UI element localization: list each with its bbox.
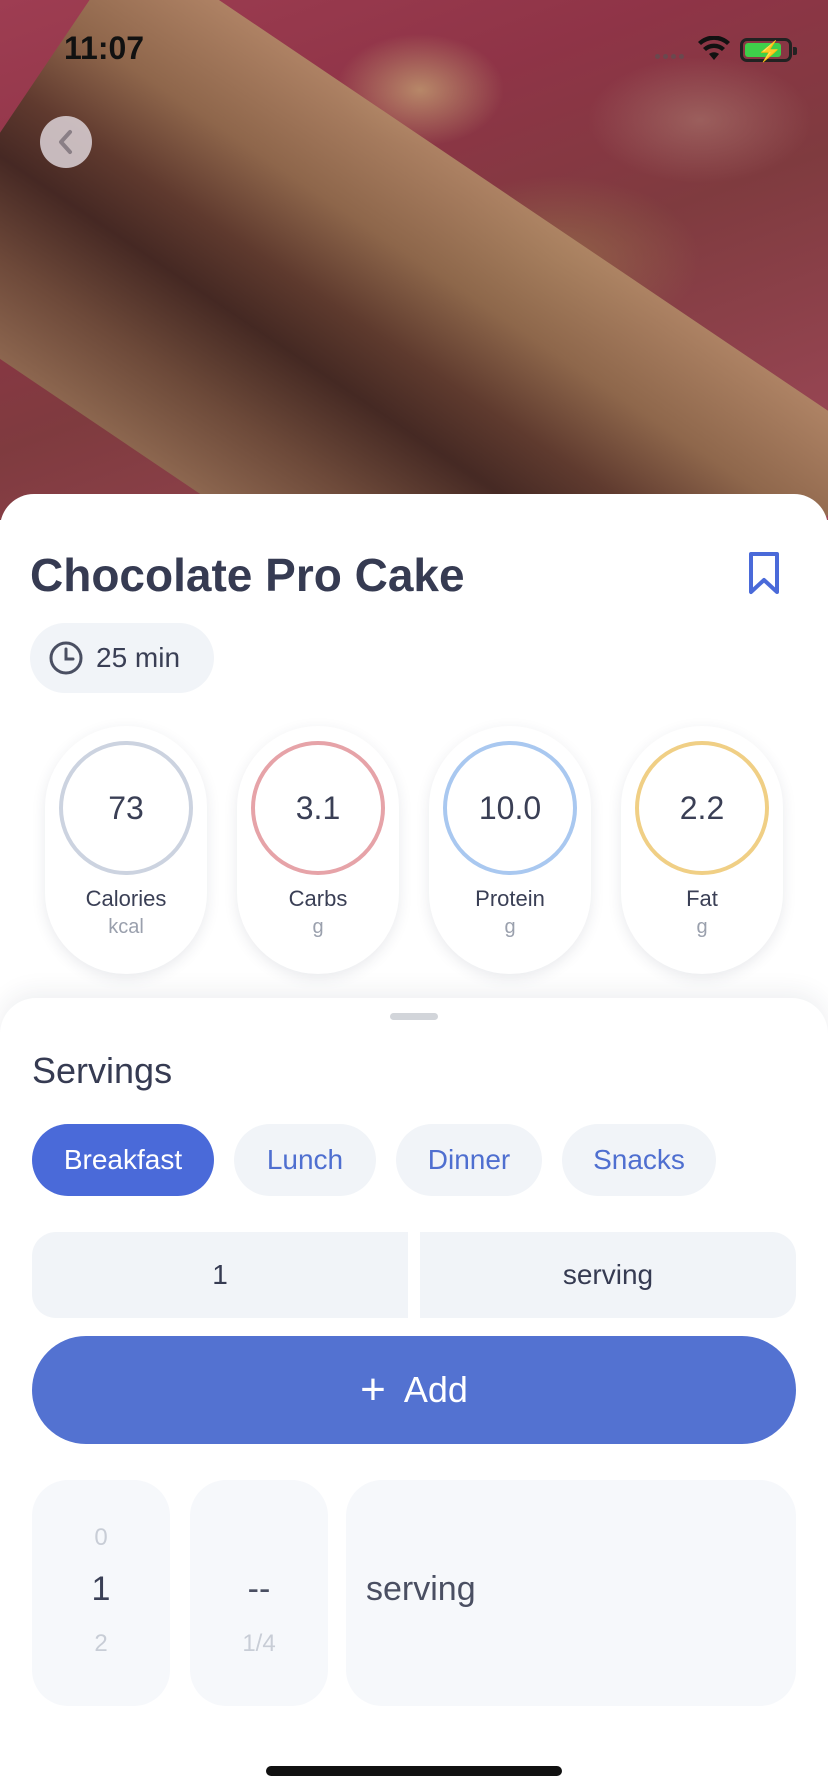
meal-tab-lunch[interactable]: Lunch — [234, 1124, 376, 1196]
add-button[interactable]: + Add — [32, 1336, 796, 1444]
picker-whole-prev: 0 — [94, 1524, 108, 1551]
nutrition-fat: 2.2 Fat g — [621, 726, 783, 974]
status-time: 11:07 — [64, 30, 145, 66]
unit-picker[interactable]: serving — [346, 1480, 796, 1706]
picker-unit-current: serving — [366, 1570, 476, 1608]
plus-icon: + — [360, 1365, 386, 1414]
meal-tab-dinner[interactable]: Dinner — [396, 1124, 542, 1196]
carbs-label: Carbs — [288, 886, 348, 911]
picker-whole-current: 1 — [91, 1570, 111, 1608]
fat-value: 2.2 — [635, 741, 769, 875]
bookmark-icon[interactable] — [746, 550, 782, 596]
meal-tab-breakfast[interactable]: Breakfast — [32, 1124, 214, 1196]
add-button-label: Add — [403, 1369, 468, 1410]
protein-unit: g — [504, 916, 516, 938]
quantity-field[interactable]: 1 — [32, 1232, 408, 1318]
wifi-icon — [698, 36, 730, 60]
nutrition-calories: 73 Calories kcal — [45, 726, 207, 974]
calories-unit: kcal — [108, 916, 144, 938]
fat-label: Fat — [686, 886, 718, 911]
cook-time-text: 25 min — [96, 642, 181, 673]
carbs-value: 3.1 — [251, 741, 385, 875]
nutrition-protein: 10.0 Protein g — [429, 726, 591, 974]
calories-value: 73 — [59, 741, 193, 875]
clock-icon — [49, 641, 83, 675]
fraction-picker[interactable]: -- 1/4 — [190, 1480, 328, 1706]
calories-label: Calories — [85, 886, 167, 911]
carbs-unit: g — [312, 916, 324, 938]
servings-title: Servings — [32, 1050, 173, 1091]
unit-field[interactable]: serving — [420, 1232, 796, 1318]
meal-tab-snacks[interactable]: Snacks — [562, 1124, 716, 1196]
cook-time-chip: 25 min — [30, 623, 214, 693]
protein-label: Protein — [475, 886, 545, 911]
picker-whole-next: 2 — [94, 1630, 108, 1657]
recipe-hero-image — [0, 0, 828, 520]
battery-icon: ⚡ — [740, 38, 797, 63]
picker-fraction-current: -- — [247, 1570, 271, 1608]
cake-photo-slab — [0, 0, 828, 520]
chevron-left-icon — [59, 130, 72, 154]
picker-fraction-next: 1/4 — [242, 1630, 276, 1657]
whole-number-picker[interactable]: 0 1 2 — [32, 1480, 170, 1706]
back-button[interactable] — [40, 116, 92, 168]
nutrition-carbs: 3.1 Carbs g — [237, 726, 399, 974]
protein-value: 10.0 — [443, 741, 577, 875]
cellular-signal-icon — [655, 46, 695, 59]
home-indicator — [266, 1766, 562, 1776]
recipe-title: Chocolate Pro Cake — [30, 549, 465, 601]
fat-unit: g — [696, 916, 708, 938]
sheet-grabber[interactable] — [390, 1013, 438, 1020]
